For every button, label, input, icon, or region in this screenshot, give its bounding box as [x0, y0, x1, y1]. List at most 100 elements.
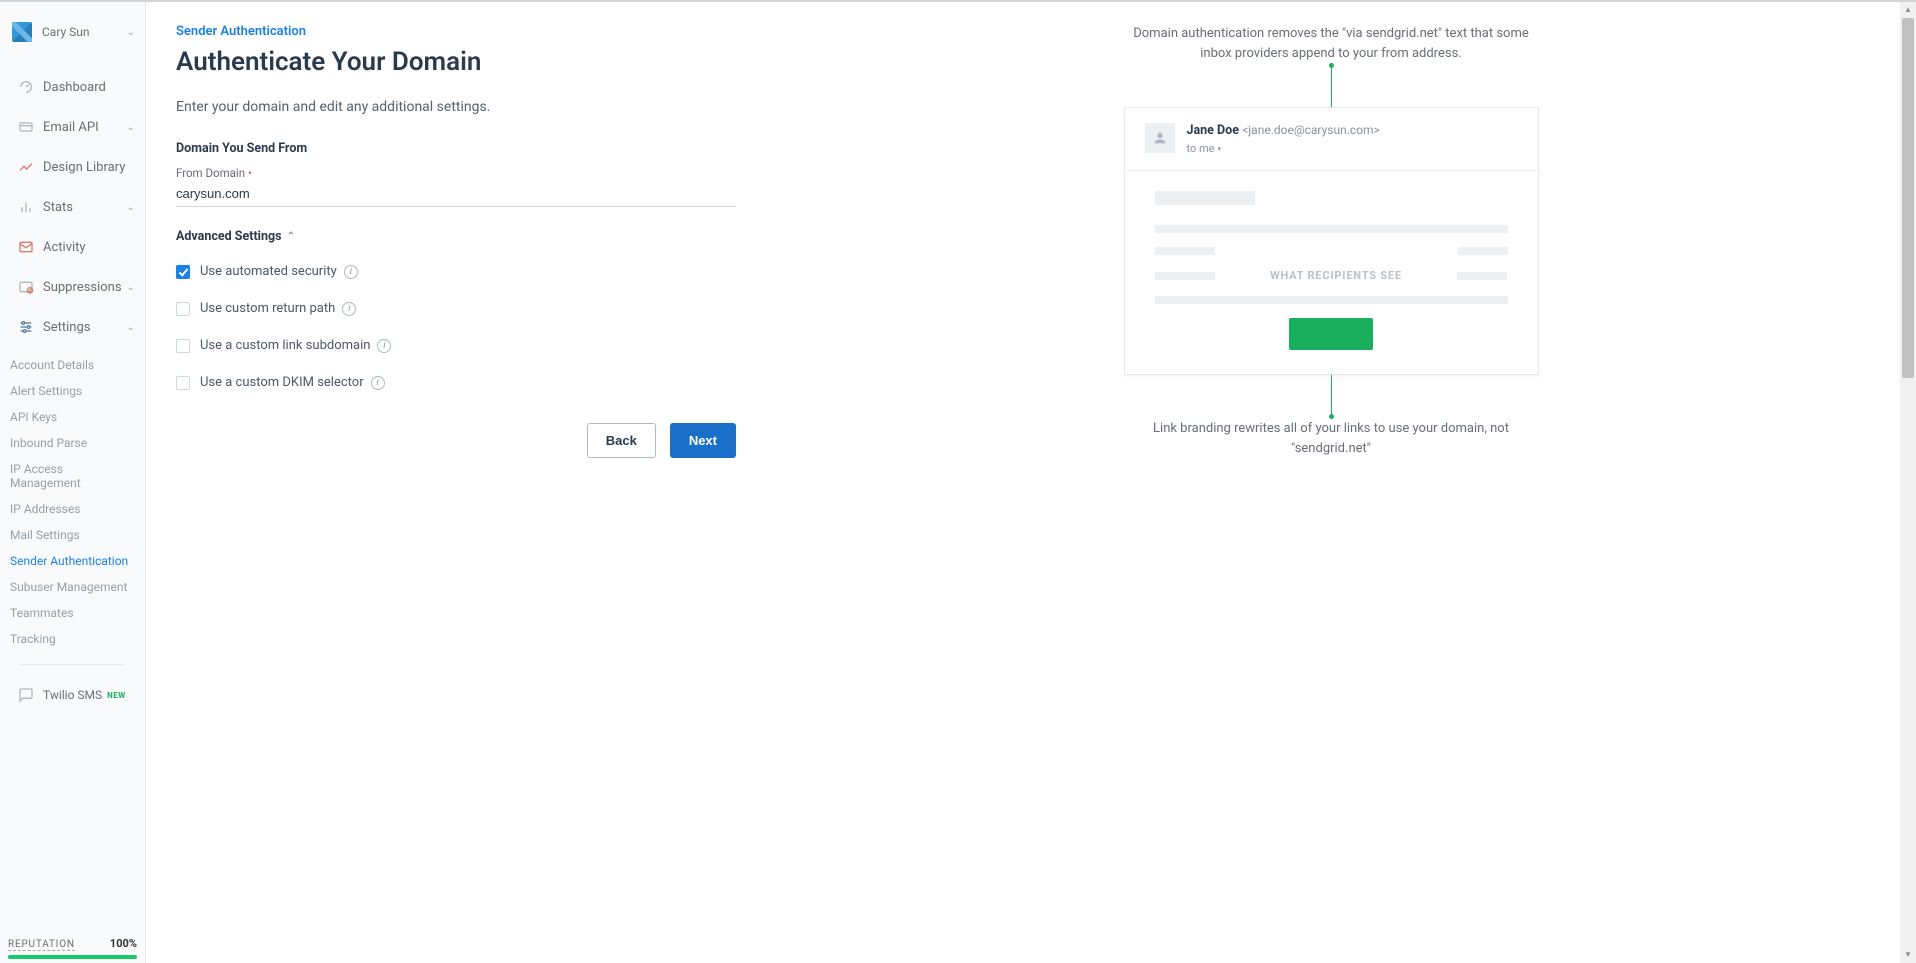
nav-stats[interactable]: Stats ⌄ — [0, 187, 145, 227]
option-custom-link-subdomain: Use a custom link subdomain i — [176, 330, 736, 361]
advanced-settings-toggle[interactable]: Advanced Settings ⌃ — [176, 229, 736, 244]
from-domain-label: From Domain • — [176, 166, 736, 180]
subnav-alert-settings[interactable]: Alert Settings — [0, 378, 145, 404]
reputation-value: 100% — [110, 937, 137, 950]
nav-dashboard[interactable]: Dashboard — [0, 67, 145, 107]
breadcrumb-link[interactable]: Sender Authentication — [176, 24, 306, 39]
reputation-bar — [8, 955, 137, 959]
nav-settings[interactable]: Settings ⌄ — [0, 307, 145, 347]
email-header: Jane Doe <jane.doe@carysun.com> to me▾ — [1125, 108, 1538, 171]
email-to-text: to me — [1187, 142, 1215, 155]
subnav-subuser-mgmt[interactable]: Subuser Management — [0, 574, 145, 600]
scroll-down-arrow-icon[interactable]: ▾ — [1900, 947, 1916, 963]
avatar-icon — [1145, 123, 1175, 153]
section-domain-heading: Domain You Send From — [176, 141, 736, 156]
gauge-icon — [15, 79, 37, 95]
custom-link-checkbox[interactable] — [176, 339, 190, 353]
nav-label: Design Library — [43, 160, 125, 175]
page-title: Authenticate Your Domain — [176, 47, 736, 77]
chevron-down-icon: ⌄ — [127, 322, 135, 333]
nav-label: Dashboard — [43, 80, 106, 95]
email-from-name: Jane Doe — [1187, 123, 1239, 138]
pencil-ruler-icon — [15, 159, 37, 175]
nav-suppressions[interactable]: Suppressions ⌄ — [0, 267, 145, 307]
sidebar: Cary Sun ⌄ Dashboard Email API ⌄ Design … — [0, 2, 146, 963]
nav-design-library[interactable]: Design Library — [0, 147, 145, 187]
placeholder-seg — [1457, 272, 1507, 280]
option-custom-return-path: Use custom return path i — [176, 293, 736, 324]
from-domain-label-text: From Domain — [176, 166, 245, 180]
chevron-down-icon: ⌄ — [127, 27, 135, 38]
nav-label: Settings — [43, 320, 90, 335]
nav-label: Suppressions — [43, 280, 122, 295]
chevron-down-icon: ⌄ — [127, 282, 135, 293]
subnav-ip-addresses[interactable]: IP Addresses — [0, 496, 145, 522]
required-marker: • — [248, 166, 252, 180]
email-from-address: <jane.doe@carysun.com> — [1242, 123, 1380, 137]
card-icon — [15, 119, 37, 135]
nav-label: Stats — [43, 200, 73, 215]
back-button[interactable]: Back — [587, 423, 656, 458]
twilio-label: Twilio SMS — [43, 688, 102, 702]
subnav-teammates[interactable]: Teammates — [0, 600, 145, 626]
divider — [20, 664, 125, 665]
envelope-check-icon — [15, 239, 37, 255]
subnav-tracking[interactable]: Tracking — [0, 626, 145, 652]
cta-button-placeholder — [1289, 318, 1373, 350]
subnav-sender-auth[interactable]: Sender Authentication — [0, 548, 145, 574]
nav-label: Activity — [43, 240, 86, 255]
sliders-icon — [15, 319, 37, 335]
subnav-account-details[interactable]: Account Details — [0, 352, 145, 378]
custom-link-label: Use a custom link subdomain — [200, 338, 370, 353]
profile-menu[interactable]: Cary Sun ⌄ — [0, 12, 145, 67]
main-nav: Dashboard Email API ⌄ Design Library Sta… — [0, 67, 145, 347]
subnav-inbound-parse[interactable]: Inbound Parse — [0, 430, 145, 456]
scrollbar[interactable]: ▴ ▾ — [1900, 2, 1916, 963]
chat-icon — [15, 687, 37, 703]
info-icon[interactable]: i — [344, 265, 358, 279]
info-icon[interactable]: i — [342, 302, 356, 316]
preview-bottom-desc: Link branding rewrites all of your links… — [1131, 419, 1531, 458]
placeholder-line — [1155, 191, 1255, 205]
email-preview-card: Jane Doe <jane.doe@carysun.com> to me▾ — [1124, 107, 1539, 375]
advanced-settings-label: Advanced Settings — [176, 229, 282, 244]
button-row: Back Next — [176, 423, 736, 458]
subnav-ip-access[interactable]: IP Access Management — [0, 456, 145, 496]
nav-activity[interactable]: Activity — [0, 227, 145, 267]
info-icon[interactable]: i — [377, 339, 391, 353]
placeholder-line — [1155, 225, 1508, 233]
automated-security-label: Use automated security — [200, 264, 337, 279]
new-badge: NEW — [107, 691, 126, 700]
chevron-down-icon: ⌄ — [127, 202, 135, 213]
scroll-up-arrow-icon[interactable]: ▴ — [1900, 2, 1916, 18]
chevron-up-icon: ⌃ — [287, 231, 295, 242]
envelope-block-icon — [15, 279, 37, 295]
chevron-down-icon: ⌄ — [127, 122, 135, 133]
recipients-label: WHAT RECIPIENTS SEE — [1270, 269, 1402, 282]
subnav-api-keys[interactable]: API Keys — [0, 404, 145, 430]
placeholder-seg — [1155, 272, 1215, 280]
info-icon[interactable]: i — [371, 376, 385, 390]
automated-security-checkbox[interactable] — [176, 265, 190, 279]
scrollbar-thumb[interactable] — [1902, 18, 1914, 378]
custom-return-checkbox[interactable] — [176, 302, 190, 316]
connector-line-bottom — [1331, 375, 1332, 419]
email-to-line: to me▾ — [1187, 142, 1380, 155]
nav-twilio-sms[interactable]: Twilio SMS NEW — [10, 677, 135, 713]
nav-email-api[interactable]: Email API ⌄ — [0, 107, 145, 147]
nav-label: Email API — [43, 120, 99, 135]
bar-chart-icon — [15, 199, 37, 215]
placeholder-line — [1155, 296, 1508, 304]
from-domain-input[interactable] — [176, 182, 736, 207]
custom-dkim-checkbox[interactable] — [176, 376, 190, 390]
settings-subnav: Account Details Alert Settings API Keys … — [0, 347, 145, 652]
preview-column: Domain authentication removes the "via s… — [736, 24, 1886, 963]
option-automated-security: Use automated security i — [176, 256, 736, 287]
email-body: WHAT RECIPIENTS SEE — [1125, 171, 1538, 374]
form-column: Sender Authentication Authenticate Your … — [176, 24, 736, 963]
dropdown-triangle-icon: ▾ — [1217, 145, 1221, 153]
option-custom-dkim-selector: Use a custom DKIM selector i — [176, 367, 736, 398]
custom-dkim-label: Use a custom DKIM selector — [200, 375, 364, 390]
subnav-mail-settings[interactable]: Mail Settings — [0, 522, 145, 548]
next-button[interactable]: Next — [670, 423, 736, 458]
